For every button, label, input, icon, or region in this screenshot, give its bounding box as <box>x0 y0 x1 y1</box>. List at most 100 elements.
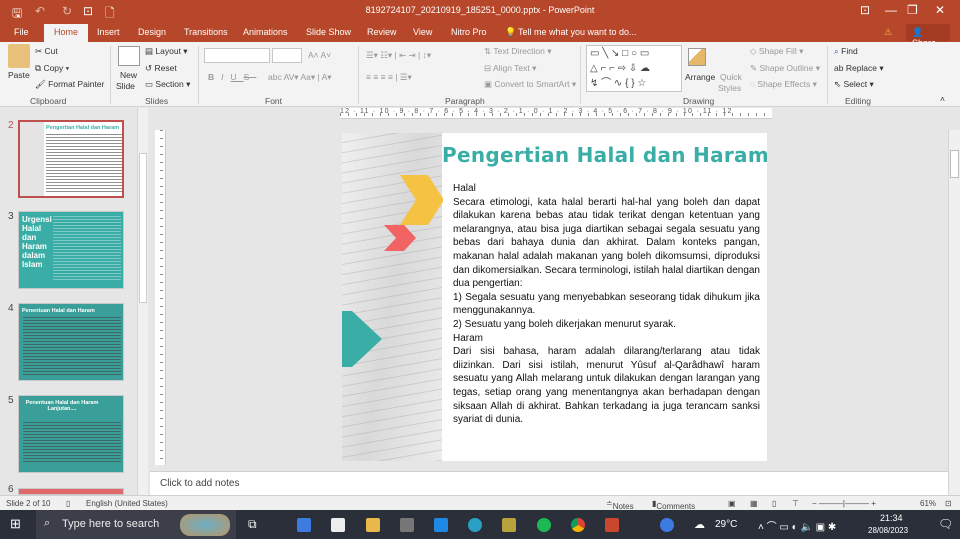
share-button[interactable]: 👤 Share <box>906 24 950 48</box>
reading-view-icon[interactable]: ▯ <box>772 499 776 508</box>
app-icon-2[interactable] <box>502 518 516 532</box>
weather-icon[interactable]: ☁ <box>694 518 705 531</box>
windows-start-icon[interactable]: ⊞ <box>10 516 21 532</box>
clock-time[interactable]: 21:34 <box>880 513 903 523</box>
grow-font-button[interactable]: A˄ A˅ <box>308 50 331 60</box>
weather-temp[interactable]: 29°C <box>715 519 737 530</box>
ribbon-display-icon[interactable]: ⊡ <box>860 3 870 17</box>
layout-button[interactable]: ▤ Layout ▾ <box>145 46 188 57</box>
clapper-icon[interactable] <box>400 518 414 532</box>
slide-canvas[interactable]: Pengertian Halal dan Haram Halal Secara … <box>342 133 767 461</box>
normal-view-icon[interactable]: ▣ <box>728 499 736 508</box>
minimize-button[interactable]: — <box>885 3 897 17</box>
shadow-button[interactable]: S <box>244 72 257 82</box>
bold-button[interactable]: B <box>208 72 221 82</box>
tell-me-input[interactable]: Tell me what you want to do... <box>518 27 637 37</box>
notes-pane[interactable]: Click to add notes <box>150 471 948 495</box>
tab-insert[interactable]: Insert <box>97 27 120 37</box>
arrange-button[interactable]: Arrange <box>685 72 715 82</box>
slide-title[interactable]: Pengertian Halal dan Haram <box>442 143 767 167</box>
system-tray-icons[interactable]: ˄ ⌒ ▭ ◐ 🔈 ▣ ✱ <box>758 518 836 533</box>
spotify-icon[interactable] <box>537 518 551 532</box>
warning-icon[interactable]: ⚠ <box>884 27 892 38</box>
replace-button[interactable]: ab Replace ▾ <box>834 63 884 74</box>
tab-design[interactable]: Design <box>138 27 166 37</box>
thumbnail-slide-5[interactable]: Penentuan Halal dan Haram Lanjutan.... <box>18 395 124 473</box>
align-text-button[interactable]: ⊟ Align Text ▾ <box>484 63 536 74</box>
font-family-select[interactable] <box>204 48 270 63</box>
align-buttons[interactable]: ≡ ≡ ≡ ≡ | ☰▾ <box>366 72 412 83</box>
tab-review[interactable]: Review <box>367 27 397 37</box>
shape-effects-button[interactable]: ◌ Shape Effects ▾ <box>750 79 817 90</box>
tab-home[interactable]: Home <box>44 24 89 42</box>
reset-button[interactable]: ↺ Reset <box>145 63 177 74</box>
text-direction-button[interactable]: ⇅ Text Direction ▾ <box>484 46 551 57</box>
shape-outline-button[interactable]: ✎ Shape Outline ▾ <box>750 63 820 74</box>
mail-icon[interactable] <box>434 518 448 532</box>
cut-button[interactable]: ✂ Cut <box>35 46 58 57</box>
font-extra-buttons[interactable]: abc AV▾ Aa▾ | A▾ <box>268 72 332 83</box>
zoom-slider[interactable]: − ———|——— + <box>812 499 876 508</box>
help-icon[interactable] <box>660 518 674 532</box>
thumbnail-slide-3[interactable]: Urgensi Halal dan Haram dalam Islam <box>18 211 124 289</box>
thumbnail-slide-6[interactable] <box>18 488 124 495</box>
language-indicator[interactable]: English (United States) <box>86 499 168 508</box>
notification-icon[interactable]: 🗨 <box>938 517 953 531</box>
copy-button[interactable]: ⧉ Copy ▾ <box>35 63 69 74</box>
shapes-gallery[interactable]: ▭ ╲ ↘ □ ○ ▭ △ ⌐ ⌐ ⇨ ⇩ ☁ ↯ ⌒ ∿ { } ☆ <box>586 45 682 92</box>
slide-sorter-icon[interactable]: ▦ <box>750 499 758 508</box>
collapse-ribbon-icon[interactable]: ˄ <box>940 94 945 104</box>
comments-button[interactable]: ▮ Comments <box>652 499 695 511</box>
search-placeholder: Type here to search <box>62 518 160 530</box>
quick-styles-button-2[interactable]: Styles <box>718 83 741 93</box>
fit-slide-icon[interactable]: ⊡ <box>945 499 952 508</box>
font-size-select[interactable] <box>272 48 302 63</box>
convert-smartart-button[interactable]: ▣ Convert to SmartArt ▾ <box>484 79 576 90</box>
shape-fill-button[interactable]: ◇ Shape Fill ▾ <box>750 46 803 57</box>
thumbnail-slide-2[interactable]: Pengertian Halal dan Haram <box>18 120 124 198</box>
title-bar: 🖫 ↶ ↻ ⊡ 🗋 8192724107_20210919_185251_000… <box>0 0 960 22</box>
slide-scrollbar[interactable] <box>948 130 960 495</box>
section-button[interactable]: ▭ Section ▾ <box>145 79 190 90</box>
tab-view[interactable]: View <box>413 27 432 37</box>
powerpoint-icon[interactable] <box>605 518 619 532</box>
convert-smartart-label: Convert to SmartArt <box>494 79 570 89</box>
restore-button[interactable]: ❐ <box>907 3 918 17</box>
paste-button[interactable]: Paste <box>8 70 30 80</box>
edge-icon[interactable] <box>468 518 482 532</box>
italic-button[interactable]: I <box>221 72 230 82</box>
chrome-icon[interactable] <box>571 518 585 532</box>
list-buttons[interactable]: ☰▾ ☷▾ | ⇤ ⇥ | ↕▾ <box>366 50 431 61</box>
select-button[interactable]: ⇖ Select ▾ <box>834 79 874 90</box>
store-icon[interactable] <box>331 518 345 532</box>
zoom-level[interactable]: 61% <box>920 499 936 508</box>
app-icon-1[interactable] <box>297 518 311 532</box>
quick-styles-button[interactable]: Quick <box>720 72 742 82</box>
font-group-label: Font <box>265 96 283 106</box>
task-view-icon[interactable]: ⧉ <box>248 517 257 532</box>
scroll-thumb[interactable] <box>139 153 147 303</box>
new-slide-button[interactable]: New <box>120 70 137 80</box>
file-explorer-icon[interactable] <box>366 518 380 532</box>
clock-date[interactable]: 28/08/2023 <box>868 526 908 535</box>
close-button[interactable]: ✕ <box>935 3 945 17</box>
tab-nitro-pro[interactable]: Nitro Pro <box>451 27 487 37</box>
tab-file[interactable]: File <box>14 27 29 37</box>
find-button[interactable]: ⌕ Find <box>834 46 858 57</box>
new-slide-button-2[interactable]: Slide <box>116 81 135 91</box>
replace-label: Replace <box>845 63 878 73</box>
tab-transitions[interactable]: Transitions <box>184 27 228 37</box>
tab-slide-show[interactable]: Slide Show <box>306 27 351 37</box>
font-format-buttons[interactable]: BIUS <box>208 72 256 82</box>
scroll-thumb[interactable] <box>950 150 959 178</box>
spellcheck-icon[interactable]: ▯ <box>66 499 70 508</box>
tab-animations[interactable]: Animations <box>243 27 288 37</box>
thumbnail-slide-4[interactable]: Penentuan Halal dan Haram <box>18 303 124 381</box>
notes-placeholder[interactable]: Click to add notes <box>160 478 240 489</box>
notes-button[interactable]: ≐ Notes <box>606 499 634 511</box>
thumbnail-scrollbar[interactable] <box>137 108 148 495</box>
slideshow-icon[interactable]: ⊤ <box>792 499 799 508</box>
underline-button[interactable]: U <box>231 72 244 82</box>
format-painter-button[interactable]: 🖌 Format Painter <box>35 79 104 90</box>
slide-body-textbox[interactable]: Halal Secara etimologi, kata halal berar… <box>443 178 767 446</box>
